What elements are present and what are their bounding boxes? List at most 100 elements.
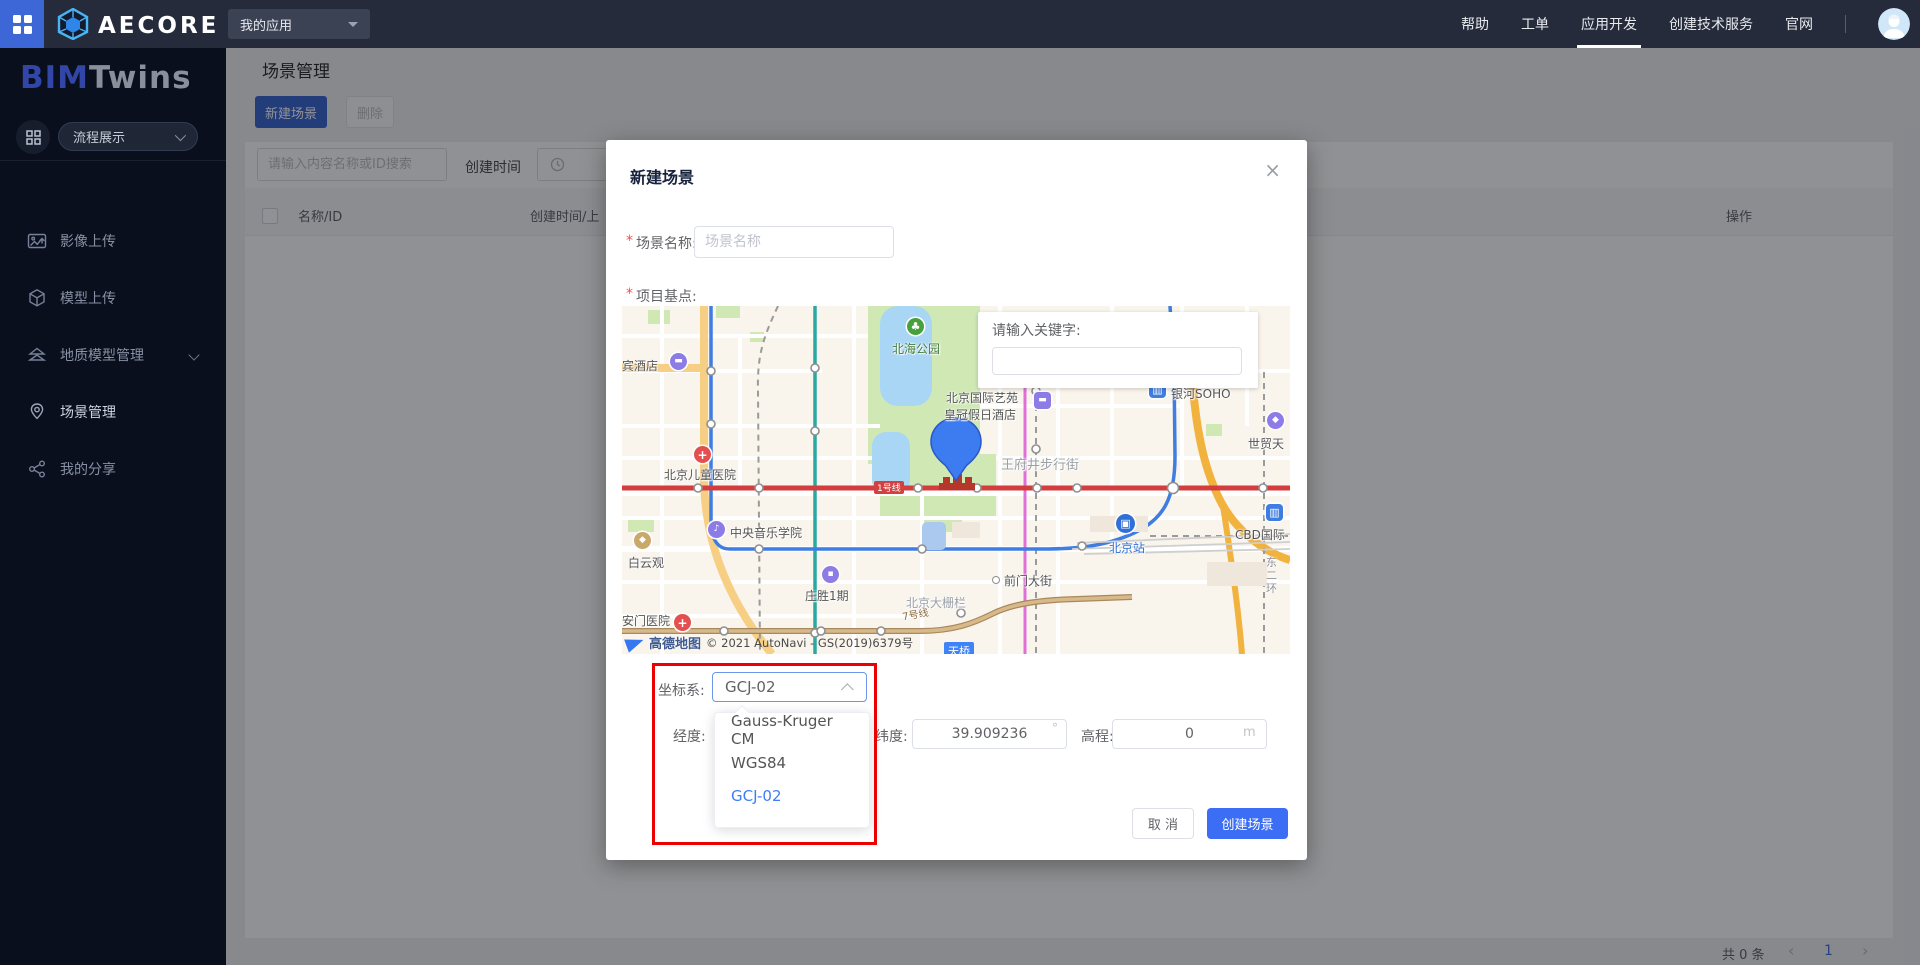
amap-logo-text: 高德地图 — [649, 633, 701, 652]
sidebar: BIMTwins 流程展示 影像上传 模型上传 — [0, 48, 226, 965]
map-label: 1号线 — [874, 481, 904, 494]
chevron-down-icon — [348, 22, 358, 27]
nav-workorder[interactable]: 工单 — [1521, 0, 1549, 48]
share-icon — [27, 459, 47, 479]
map-label: 安门医院 — [622, 612, 670, 629]
latitude-label: 纬度: — [875, 726, 908, 746]
elevation-unit: m — [1243, 725, 1256, 740]
chevron-up-icon — [841, 683, 854, 696]
process-grid-icon[interactable] — [16, 120, 50, 154]
map-label: 东二环 — [1266, 556, 1279, 595]
logo-twins: Twins — [89, 60, 192, 96]
map-canvas[interactable]: ▬♣+♪◆+▪▬▥◆▣▥宾酒店北海公园北京儿童医院中央音乐学院白云观安门医院庄胜… — [622, 306, 1290, 654]
nav-official-site[interactable]: 官网 — [1785, 0, 1813, 48]
process-display-value: 流程展示 — [73, 127, 125, 146]
sidebar-item-my-shares[interactable]: 我的分享 — [0, 441, 226, 497]
option-gauss-kruger[interactable]: Gauss-Kruger CM — [715, 713, 869, 746]
elevation-label: 高程: — [1081, 726, 1114, 746]
sidebar-item-image-upload[interactable]: 影像上传 — [0, 213, 226, 269]
coord-system-dropdown: Gauss-Kruger CM WGS84 GCJ-02 — [714, 712, 870, 828]
nav-help[interactable]: 帮助 — [1461, 0, 1489, 48]
modal-title: 新建场景 — [630, 164, 694, 188]
sidebar-item-label: 模型上传 — [60, 288, 116, 308]
my-apps-select[interactable]: 我的应用 — [228, 9, 370, 39]
map-pin-icon — [27, 402, 47, 422]
base-point-label-text: 项目基点: — [636, 286, 697, 306]
map-search-panel: 请输入关键字: — [978, 312, 1258, 388]
degree-symbol: ° — [1052, 721, 1058, 735]
map-label: 王府井步行街 — [1001, 454, 1079, 473]
hospital-icon: + — [674, 614, 691, 631]
map-label: 北京儿童医院 — [664, 466, 736, 483]
sidebar-item-label: 影像上传 — [60, 231, 116, 251]
process-display-select[interactable]: 流程展示 — [58, 122, 198, 151]
scene-name-label-text: 场景名称: — [636, 233, 697, 253]
hotel-bed-icon: ▬ — [1034, 392, 1051, 409]
logo-bim: BIM — [20, 60, 89, 96]
app-root: AECORE 我的应用 帮助 工单 应用开发 创建技术服务 官网 — [0, 0, 1920, 965]
dot-icon — [992, 576, 1000, 584]
coord-system-select[interactable]: GCJ-02 — [712, 672, 867, 702]
sidebar-item-model-upload[interactable]: 模型上传 — [0, 270, 226, 326]
app-launcher-button[interactable] — [0, 0, 44, 48]
keyword-label: 请输入关键字: — [992, 320, 1081, 340]
option-wgs84[interactable]: WGS84 — [715, 746, 869, 779]
scene-name-label: * 场景名称: — [626, 233, 697, 253]
map-label: 北海公园 — [892, 340, 940, 357]
nav-tech-service[interactable]: 创建技术服务 — [1669, 0, 1753, 48]
latitude-input[interactable] — [912, 719, 1067, 749]
option-gcj02[interactable]: GCJ-02 — [715, 779, 869, 812]
required-asterisk: * — [626, 286, 633, 306]
building-icon: ▥ — [1266, 504, 1283, 521]
brand-name: AECORE — [98, 13, 219, 39]
hotel-icon: ▬ — [670, 353, 687, 370]
longitude-label: 经度: — [673, 726, 706, 746]
amap-logo-icon — [624, 633, 646, 652]
new-scene-modal: 新建场景 × * 场景名称: * 项目基点: — [606, 140, 1307, 860]
copyright-text: © 2021 AutoNavi - GS(2019)6379号 — [706, 635, 913, 651]
map-label: CBD国际 — [1235, 526, 1285, 543]
image-upload-icon — [27, 231, 47, 251]
model-upload-icon — [27, 288, 47, 308]
top-bar: AECORE 我的应用 帮助 工单 应用开发 创建技术服务 官网 — [0, 0, 1920, 48]
divider — [0, 160, 226, 161]
chevron-down-icon — [188, 349, 199, 360]
base-point-label: * 项目基点: — [626, 286, 697, 306]
map-label: 北京国际艺苑 — [946, 389, 1018, 406]
hospital-icon: + — [694, 446, 711, 463]
cancel-button[interactable]: 取 消 — [1132, 808, 1194, 839]
aecore-logo-icon — [56, 8, 90, 44]
map-label: 皇冠假日酒店 — [944, 406, 1016, 423]
park-icon: ♣ — [907, 318, 924, 335]
scene-name-input[interactable] — [694, 226, 894, 258]
required-asterisk: * — [626, 233, 633, 253]
residence-icon: ▪ — [822, 566, 839, 583]
map-label: 白云观 — [628, 554, 664, 571]
brand: AECORE — [56, 8, 219, 44]
my-apps-value: 我的应用 — [240, 15, 292, 34]
temple-icon: ◆ — [634, 532, 651, 549]
mall-icon: ◆ — [1267, 412, 1284, 429]
sidebar-item-scene-management[interactable]: 场景管理 — [0, 384, 226, 440]
nav-app-dev[interactable]: 应用开发 — [1581, 0, 1637, 48]
map-label: 北京站 — [1109, 539, 1145, 556]
app-grid-icon — [13, 15, 32, 34]
train-icon: ▣ — [1116, 514, 1135, 533]
coord-system-label: 坐标系: — [658, 680, 705, 700]
geology-layers-icon — [27, 345, 47, 365]
keyword-input[interactable] — [992, 347, 1242, 375]
map-label: 中央音乐学院 — [730, 524, 802, 541]
map-label: 天桥 — [944, 642, 974, 654]
map-label: 庄胜1期 — [805, 587, 849, 604]
close-icon[interactable]: × — [1264, 158, 1281, 182]
create-scene-button[interactable]: 创建场景 — [1207, 808, 1288, 839]
sidebar-item-label: 我的分享 — [60, 459, 116, 479]
avatar[interactable] — [1878, 8, 1910, 40]
sidebar-item-geology-model[interactable]: 地质模型管理 — [0, 327, 226, 383]
divider — [1845, 15, 1846, 33]
sidebar-item-label: 场景管理 — [60, 402, 116, 422]
coord-system-value: GCJ-02 — [725, 678, 776, 696]
map-label: 世贸天 — [1248, 435, 1284, 452]
map-label: 宾酒店 — [622, 357, 658, 374]
chevron-down-icon — [175, 129, 186, 140]
